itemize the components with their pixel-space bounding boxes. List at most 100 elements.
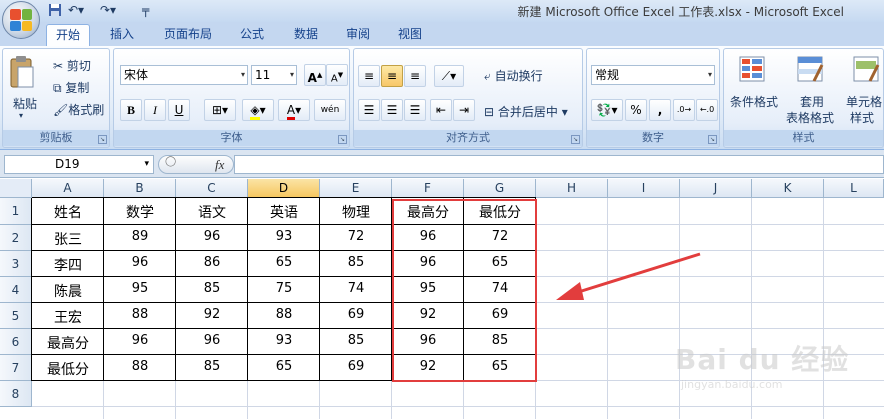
font-color-button[interactable]: A▾ [278, 99, 310, 121]
tab-review[interactable]: 审阅 [336, 24, 380, 46]
formula-input[interactable] [234, 155, 884, 174]
copy-button[interactable]: ⧉ 复制 [53, 79, 89, 96]
row-header-1[interactable]: 1 [0, 198, 32, 225]
cell-c3[interactable]: 86 [176, 255, 248, 277]
conditional-format-button[interactable]: 条件格式 [730, 93, 778, 110]
align-middle-icon[interactable]: ≡ [381, 65, 403, 87]
currency-icon[interactable]: 💱▾ [591, 99, 623, 121]
increase-indent-icon[interactable]: ⇥ [453, 99, 475, 121]
tab-view[interactable]: 视图 [388, 24, 432, 46]
phonetic-button[interactable]: wén [314, 99, 346, 121]
cell-a6[interactable]: 最高分 [32, 333, 104, 355]
cell-c1[interactable]: 语文 [176, 202, 248, 225]
cell-styles-button[interactable]: 单元格 [846, 93, 882, 110]
cell-a2[interactable]: 张三 [32, 229, 104, 251]
tab-data[interactable]: 数据 [284, 24, 328, 46]
row-header-3[interactable]: 3 [0, 251, 32, 277]
column-header-g[interactable]: G [464, 179, 536, 198]
cell-e3[interactable]: 85 [320, 255, 392, 277]
column-header-h[interactable]: H [536, 179, 608, 198]
decrease-indent-icon[interactable]: ⇤ [430, 99, 452, 121]
borders-button[interactable]: ⊞▾ [204, 99, 236, 121]
tab-home[interactable]: 开始 [46, 24, 90, 46]
cut-button[interactable]: ✂ 剪切 [53, 57, 91, 74]
orientation-icon[interactable]: ⟋▾ [434, 65, 464, 87]
column-header-e[interactable]: E [320, 179, 392, 198]
cell-d5[interactable]: 88 [248, 307, 320, 329]
underline-button[interactable]: U [168, 99, 190, 121]
format-painter-button[interactable]: 🖌格式刷 [53, 101, 104, 118]
number-launcher-icon[interactable]: ↘ [708, 135, 717, 144]
format-as-table-icon[interactable] [796, 55, 824, 86]
cell-styles-button-line2[interactable]: 样式 [850, 109, 874, 126]
format-as-table-button-line2[interactable]: 表格格式 [786, 109, 834, 126]
tab-page-layout[interactable]: 页面布局 [156, 24, 220, 46]
cell-e1[interactable]: 物理 [320, 202, 392, 225]
column-header-l[interactable]: L [824, 179, 884, 198]
comma-button[interactable]: , [649, 99, 671, 121]
cell-e7[interactable]: 69 [320, 359, 392, 381]
clipboard-launcher-icon[interactable]: ↘ [98, 135, 107, 144]
cell-c6[interactable]: 96 [176, 333, 248, 355]
row-header-6[interactable]: 6 [0, 329, 32, 355]
cell-b1[interactable]: 数学 [104, 202, 176, 225]
row-header-2[interactable]: 2 [0, 225, 32, 251]
row-header-7[interactable]: 7 [0, 355, 32, 381]
tab-insert[interactable]: 插入 [100, 24, 144, 46]
wrap-text-button[interactable]: ⤶ 自动换行 [484, 67, 543, 84]
cell-e6[interactable]: 85 [320, 333, 392, 355]
cell-c7[interactable]: 85 [176, 359, 248, 381]
cell-a3[interactable]: 李四 [32, 255, 104, 277]
cell-e2[interactable]: 72 [320, 229, 392, 251]
cell-a4[interactable]: 陈晨 [32, 281, 104, 303]
cell-a5[interactable]: 王宏 [32, 307, 104, 329]
increase-decimal-icon[interactable]: .0→ [673, 99, 695, 121]
font-launcher-icon[interactable]: ↘ [338, 135, 347, 144]
select-all-button[interactable] [0, 179, 32, 198]
font-name-select[interactable]: 宋体 ▾ [120, 65, 248, 85]
fill-color-button[interactable]: ◈▾ [242, 99, 274, 121]
merge-center-button[interactable]: ⊟ 合并后居中 ▾ [484, 103, 568, 120]
cell-b6[interactable]: 96 [104, 333, 176, 355]
cell-b3[interactable]: 96 [104, 255, 176, 277]
tab-formulas[interactable]: 公式 [230, 24, 274, 46]
format-as-table-button[interactable]: 套用 [800, 93, 824, 110]
font-size-select[interactable]: 11 ▾ [251, 65, 297, 85]
percent-button[interactable]: % [625, 99, 647, 121]
decrease-decimal-icon[interactable]: ←.0 [696, 99, 718, 121]
cell-d3[interactable]: 65 [248, 255, 320, 277]
name-box[interactable]: D19 ▾ [4, 155, 154, 174]
align-bottom-icon[interactable]: ≡ [404, 65, 426, 87]
row-header-4[interactable]: 4 [0, 277, 32, 303]
cell-c5[interactable]: 92 [176, 307, 248, 329]
bold-button[interactable]: B [120, 99, 142, 121]
cell-a1[interactable]: 姓名 [32, 202, 104, 225]
align-left-icon[interactable]: ☰ [358, 99, 380, 121]
cell-d2[interactable]: 93 [248, 229, 320, 251]
align-center-icon[interactable]: ☰ [381, 99, 403, 121]
cell-b4[interactable]: 95 [104, 281, 176, 303]
paste-icon[interactable] [9, 55, 35, 94]
shrink-font-button[interactable]: A▼ [326, 64, 348, 86]
row-header-8[interactable]: 8 [0, 381, 32, 407]
insert-function-icon[interactable]: fx [215, 157, 224, 173]
column-header-k[interactable]: K [752, 179, 824, 198]
align-top-icon[interactable]: ≡ [358, 65, 380, 87]
paste-dropdown-icon[interactable]: ▾ [19, 111, 23, 120]
column-header-a[interactable]: A [32, 179, 104, 198]
cell-d6[interactable]: 93 [248, 333, 320, 355]
column-header-j[interactable]: J [680, 179, 752, 198]
column-header-f[interactable]: F [392, 179, 464, 198]
cell-d7[interactable]: 65 [248, 359, 320, 381]
cell-c2[interactable]: 96 [176, 229, 248, 251]
column-header-c[interactable]: C [176, 179, 248, 198]
cell-d1[interactable]: 英语 [248, 202, 320, 225]
cell-e5[interactable]: 69 [320, 307, 392, 329]
align-right-icon[interactable]: ☰ [404, 99, 426, 121]
cell-a7[interactable]: 最低分 [32, 359, 104, 381]
conditional-format-icon[interactable] [738, 55, 766, 86]
cell-b7[interactable]: 88 [104, 359, 176, 381]
cell-b5[interactable]: 88 [104, 307, 176, 329]
column-header-d[interactable]: D [248, 179, 320, 198]
grow-font-button[interactable]: A▲ [304, 64, 326, 86]
